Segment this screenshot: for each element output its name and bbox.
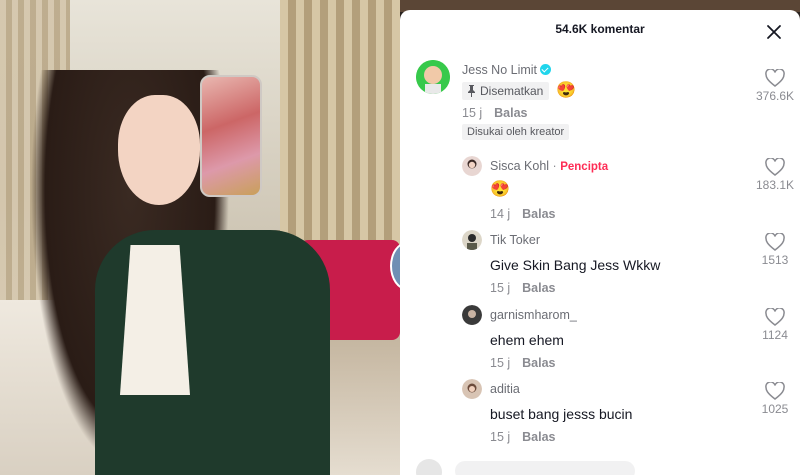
comment-username[interactable]: Sisca Kohl · Pencipta	[490, 159, 608, 173]
comment-text: Give Skin Bang Jess Wkkw	[490, 257, 661, 273]
avatar[interactable]	[416, 60, 450, 94]
like-button[interactable]: 183.1K	[750, 158, 800, 192]
like-button[interactable]: 1513	[750, 233, 800, 267]
comment-meta: 15 j Balas	[462, 106, 528, 120]
avatar[interactable]	[462, 379, 482, 399]
comment-meta: 15 j Balas	[490, 281, 556, 295]
pinned-badge: Disematkan	[462, 82, 550, 100]
background-curtain	[280, 0, 400, 260]
reply-button[interactable]: Balas	[494, 106, 527, 120]
avatar[interactable]	[462, 230, 482, 250]
pin-icon	[468, 85, 475, 97]
comment-username[interactable]: garnismharom_	[490, 308, 577, 322]
avatar[interactable]	[462, 156, 482, 176]
person-face	[118, 95, 200, 205]
heart-icon	[765, 382, 785, 400]
reply-button[interactable]: Balas	[522, 281, 555, 295]
comments-count-title: 54.6K komentar	[555, 22, 645, 36]
heart-icon	[765, 69, 785, 87]
comment-username[interactable]: Tik Toker	[490, 233, 540, 247]
comments-panel: 54.6K komentar Jess No Limit Disematkan …	[400, 10, 800, 475]
like-button[interactable]: 1025	[750, 382, 800, 416]
like-count: 1124	[762, 328, 788, 342]
reply-button[interactable]: Balas	[522, 430, 555, 444]
like-count: 1025	[761, 402, 789, 416]
comment-text: 😍	[556, 82, 576, 99]
comment-meta: 15 j Balas	[490, 356, 556, 370]
comment-text: 😍	[490, 181, 510, 198]
comment-text: ehem ehem	[490, 332, 564, 348]
reply-button[interactable]: Balas	[522, 356, 555, 370]
verified-badge-icon	[540, 64, 552, 75]
heart-icon	[765, 308, 785, 326]
close-icon[interactable]	[766, 24, 782, 40]
comment-text: buset bang jesss bucin	[490, 406, 633, 422]
creator-label: Pencipta	[560, 161, 609, 173]
comment-input-placeholder	[455, 461, 635, 475]
heart-icon	[765, 158, 785, 176]
like-count: 1513	[761, 253, 789, 267]
avatar	[416, 459, 442, 475]
like-button[interactable]: 1124	[750, 308, 800, 342]
reply-button[interactable]: Balas	[522, 207, 555, 221]
comment-username[interactable]: Jess No Limit	[462, 63, 552, 77]
liked-by-creator-badge: Disukai oleh kreator	[462, 124, 570, 140]
like-count: 376.6K	[755, 89, 795, 103]
next-comment-peek	[400, 455, 800, 475]
heart-icon	[765, 233, 785, 251]
like-button[interactable]: 376.6K	[750, 69, 800, 103]
comment-meta: 14 j Balas	[490, 207, 556, 221]
like-count: 183.1K	[755, 178, 795, 192]
comment-username[interactable]: aditia	[490, 382, 520, 396]
phone-in-hand	[200, 75, 262, 197]
person-shirt	[120, 245, 190, 395]
comment-meta: 15 j Balas	[490, 430, 556, 444]
video-player[interactable]	[0, 0, 400, 475]
comments-header: 54.6K komentar	[400, 10, 800, 48]
avatar[interactable]	[462, 305, 482, 325]
